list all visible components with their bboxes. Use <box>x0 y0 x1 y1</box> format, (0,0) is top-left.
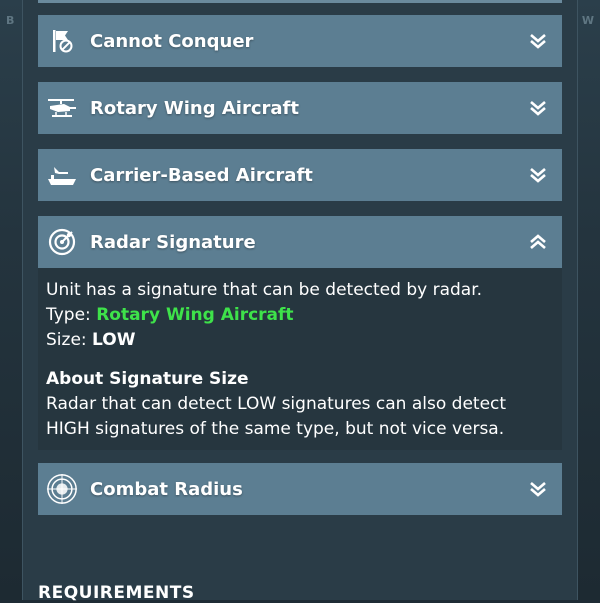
chevron-down-icon[interactable] <box>526 163 550 187</box>
signature-size-row: Size: LOW <box>46 328 554 353</box>
accordion-label: Radar Signature <box>90 231 256 253</box>
accordion-label: Cannot Conquer <box>90 30 254 52</box>
background-right: W <box>578 0 600 600</box>
chevron-up-icon[interactable] <box>526 230 550 254</box>
about-signature-line-1: Radar that can detect LOW signatures can… <box>46 394 507 414</box>
target-icon <box>46 473 78 505</box>
background-left: B <box>0 0 22 600</box>
chevron-down-icon[interactable] <box>526 29 550 53</box>
signature-type-row: Type: Rotary Wing Aircraft <box>46 303 554 328</box>
size-value: LOW <box>92 330 136 350</box>
accordion-label: Combat Radius <box>90 478 243 500</box>
radar-signature-details: Unit has a signature that can be detecte… <box>38 268 562 450</box>
carrier-icon <box>46 159 78 191</box>
chevron-down-icon[interactable] <box>526 477 550 501</box>
about-signature-title: About Signature Size <box>46 369 249 389</box>
accordion-label: Rotary Wing Aircraft <box>90 97 299 119</box>
side-label-left: B <box>6 14 15 27</box>
requirements-heading: REQUIREMENTS <box>38 583 195 603</box>
accordion-rotary-wing[interactable]: Rotary Wing Aircraft <box>38 82 562 134</box>
accordion-carrier-based[interactable]: Carrier-Based Aircraft <box>38 149 562 201</box>
helicopter-icon <box>46 92 78 124</box>
radar-icon <box>46 226 78 258</box>
previous-section-edge <box>38 0 562 3</box>
radar-description: Unit has a signature that can be detecte… <box>46 280 483 300</box>
chevron-down-icon[interactable] <box>526 96 550 120</box>
flag-no-icon <box>46 25 78 57</box>
size-label: Size: <box>46 330 93 350</box>
accordion-radar-signature[interactable]: Radar Signature <box>38 216 562 268</box>
accordion-label: Carrier-Based Aircraft <box>90 164 313 186</box>
accordion-combat-radius[interactable]: Combat Radius <box>38 463 562 515</box>
type-label: Type: <box>46 305 97 325</box>
accordion-cannot-conquer[interactable]: Cannot Conquer <box>38 15 562 67</box>
type-value: Rotary Wing Aircraft <box>96 305 294 325</box>
about-signature-line-2: HIGH signatures of the same type, but no… <box>46 419 505 439</box>
side-label-right: W <box>581 14 594 27</box>
